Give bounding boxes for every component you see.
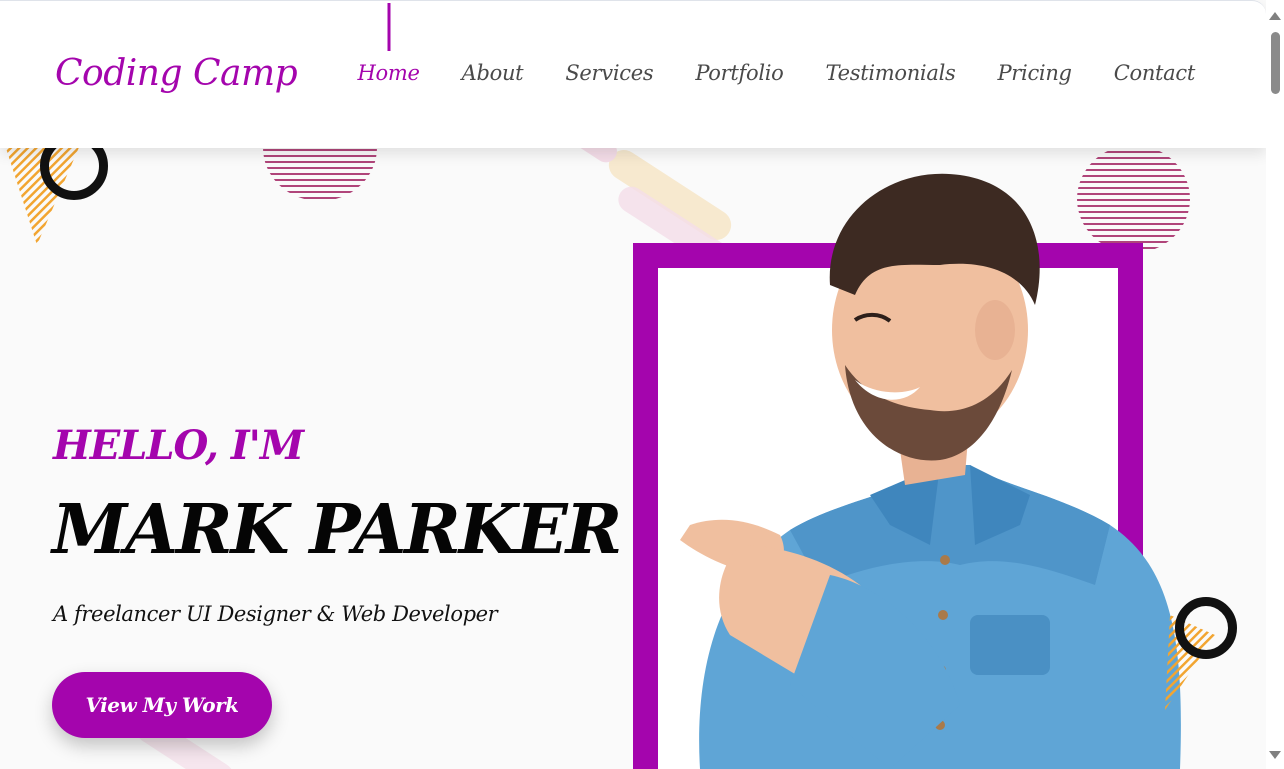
scroll-thumb[interactable] bbox=[1271, 32, 1280, 94]
vertical-scrollbar[interactable] bbox=[1266, 0, 1284, 769]
hero-tagline: A freelancer UI Designer & Web Developer bbox=[53, 602, 498, 626]
hero-greeting: HELLO, I'M bbox=[53, 422, 304, 469]
nav-pricing-link[interactable]: Pricing bbox=[976, 61, 1092, 85]
navbar: Coding Camp Home About Services Portfoli… bbox=[0, 0, 1266, 148]
site-logo[interactable]: Coding Camp bbox=[55, 53, 298, 94]
scroll-up-arrow-icon[interactable] bbox=[1269, 12, 1281, 20]
view-my-work-button[interactable]: View My Work bbox=[52, 672, 272, 738]
nav-testimonials-link[interactable]: Testimonials bbox=[805, 61, 977, 85]
man-pointing-portrait-icon bbox=[680, 173, 1181, 769]
nav-contact-link[interactable]: Contact bbox=[1093, 61, 1216, 85]
hero-name: MARK PARKER bbox=[52, 490, 622, 570]
nav-home-link[interactable]: Home bbox=[336, 61, 440, 85]
nav-about-link[interactable]: About bbox=[441, 61, 545, 85]
scroll-down-arrow-icon[interactable] bbox=[1269, 751, 1281, 759]
nav-portfolio-link[interactable]: Portfolio bbox=[674, 61, 804, 85]
nav-services-link[interactable]: Services bbox=[544, 61, 674, 85]
page: Coding Camp Home About Services Portfoli… bbox=[0, 0, 1284, 769]
main-nav: Home About Services Portfolio Testimonia… bbox=[336, 61, 1216, 85]
ring-deco-bottom-right bbox=[1175, 597, 1237, 659]
